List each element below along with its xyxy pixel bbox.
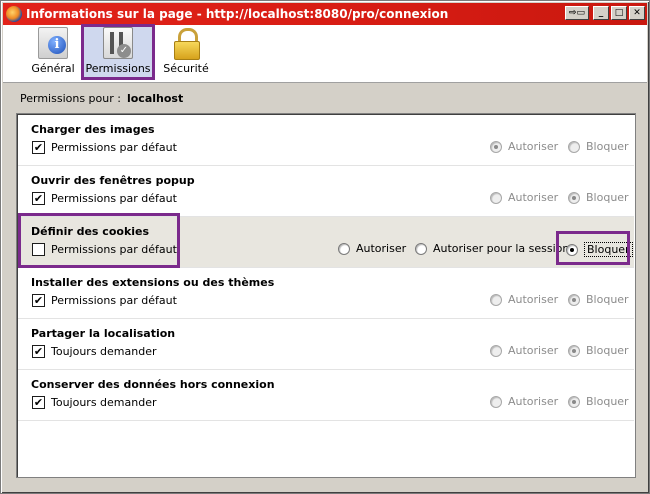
always-ask-checkbox[interactable]: ✔ Toujours demander [32, 396, 157, 409]
firefox-icon [6, 6, 22, 22]
default-checkbox[interactable]: ✔ Permissions par défaut [32, 192, 177, 205]
radio-label: Bloquer [586, 140, 629, 153]
radio-indicator [568, 191, 580, 204]
radio-block[interactable]: Bloquer [568, 293, 629, 306]
default-checkbox[interactable]: ✔ Permissions par défaut [32, 294, 177, 307]
radio-indicator [415, 242, 427, 255]
window-title: Informations sur la page - http://localh… [26, 7, 449, 21]
window-controls: ⇨▭ _ □ ✕ [565, 6, 645, 20]
checkbox-label: Permissions par défaut [51, 192, 177, 205]
radio-indicator [490, 293, 502, 306]
checkbox-label: Toujours demander [51, 396, 157, 409]
radio-indicator [490, 140, 502, 153]
checkbox-box: ✔ [32, 345, 45, 358]
radio-label: Autoriser [356, 242, 407, 255]
radio-indicator [338, 242, 350, 255]
checkbox-box: ✔ [32, 294, 45, 307]
row-title: Charger des images [31, 123, 155, 136]
permissions-list[interactable]: Charger des images ✔ Permissions par déf… [16, 113, 636, 478]
tab-security[interactable]: Sécurité [163, 25, 209, 79]
restore-down-button[interactable]: ⇨▭ [565, 6, 589, 20]
radio-label: Autoriser [508, 293, 559, 306]
checkbox-label: Permissions par défaut [51, 294, 177, 307]
checkbox-box: ✔ [32, 396, 45, 409]
radio-block[interactable]: Bloquer [566, 242, 633, 257]
minimize-button[interactable]: _ [593, 6, 609, 20]
checkbox-box: ✔ [32, 141, 45, 154]
radio-block[interactable]: Bloquer [568, 344, 629, 357]
tab-permissions-label: Permissions [85, 62, 151, 75]
lock-icon [173, 27, 200, 60]
permissions-for-label: Permissions pour : [20, 92, 121, 105]
permission-row-offline-data: Conserver des données hors connexion ✔ T… [18, 370, 634, 421]
radio-label: Bloquer [584, 242, 633, 257]
permissions-icon [103, 27, 133, 59]
radio-indicator [568, 395, 580, 408]
permissions-host: localhost [126, 92, 184, 105]
title-bar[interactable]: Informations sur la page - http://localh… [3, 3, 647, 25]
radio-label: Bloquer [586, 191, 629, 204]
radio-label: Autoriser [508, 140, 559, 153]
radio-indicator [566, 243, 578, 256]
always-ask-checkbox[interactable]: ✔ Toujours demander [32, 345, 157, 358]
radio-block[interactable]: Bloquer [568, 395, 629, 408]
radio-allow[interactable]: Autoriser [490, 395, 558, 408]
radio-label: Autoriser pour la session [433, 242, 570, 255]
radio-label: Bloquer [586, 395, 629, 408]
radio-allow[interactable]: Autoriser [490, 293, 558, 306]
info-icon [38, 27, 68, 59]
permission-row-popups: Ouvrir des fenêtres popup ✔ Permissions … [18, 166, 634, 217]
checkbox-box [32, 243, 45, 256]
radio-block[interactable]: Bloquer [568, 191, 629, 204]
page-info-window: Informations sur la page - http://localh… [0, 0, 650, 494]
permission-row-extensions: Installer des extensions ou des thèmes ✔… [18, 268, 634, 319]
radio-label: Bloquer [586, 293, 629, 306]
permission-row-images: Charger des images ✔ Permissions par déf… [18, 115, 634, 166]
permissions-for: Permissions pour : localhost [20, 92, 183, 105]
radio-label: Autoriser [508, 191, 559, 204]
radio-indicator [568, 344, 580, 357]
radio-allow[interactable]: Autoriser [490, 344, 558, 357]
radio-allow[interactable]: Autoriser [490, 191, 558, 204]
row-title: Installer des extensions ou des thèmes [31, 276, 275, 289]
checkbox-box: ✔ [32, 192, 45, 205]
radio-indicator [490, 344, 502, 357]
radio-indicator [568, 293, 580, 306]
checkbox-label: Toujours demander [51, 345, 157, 358]
radio-allow[interactable]: Autoriser [338, 242, 406, 255]
radio-allow[interactable]: Autoriser [490, 140, 558, 153]
maximize-button[interactable]: □ [611, 6, 627, 20]
radio-block[interactable]: Bloquer [568, 140, 629, 153]
radio-label: Autoriser [508, 344, 559, 357]
page-info-toolbar: Général Permissions Sécurité [3, 24, 647, 83]
row-title: Ouvrir des fenêtres popup [31, 174, 195, 187]
default-checkbox[interactable]: Permissions par défaut [32, 243, 177, 256]
row-title: Définir des cookies [31, 225, 150, 238]
radio-label: Autoriser [508, 395, 559, 408]
checkbox-label: Permissions par défaut [51, 243, 177, 256]
radio-indicator [568, 140, 580, 153]
tab-general[interactable]: Général [31, 25, 75, 79]
row-title: Partager la localisation [31, 327, 176, 340]
radio-indicator [490, 395, 502, 408]
permission-row-cookies: Définir des cookies Permissions par défa… [18, 217, 634, 268]
close-button[interactable]: ✕ [629, 6, 645, 20]
tab-security-label: Sécurité [163, 62, 209, 75]
default-checkbox[interactable]: ✔ Permissions par défaut [32, 141, 177, 154]
radio-allow-session[interactable]: Autoriser pour la session [415, 242, 569, 255]
checkbox-label: Permissions par défaut [51, 141, 177, 154]
radio-indicator [490, 191, 502, 204]
tab-general-label: Général [31, 62, 75, 75]
permission-row-geolocation: Partager la localisation ✔ Toujours dema… [18, 319, 634, 370]
radio-label: Bloquer [586, 344, 629, 357]
row-title: Conserver des données hors connexion [31, 378, 275, 391]
tab-permissions[interactable]: Permissions [81, 24, 155, 80]
